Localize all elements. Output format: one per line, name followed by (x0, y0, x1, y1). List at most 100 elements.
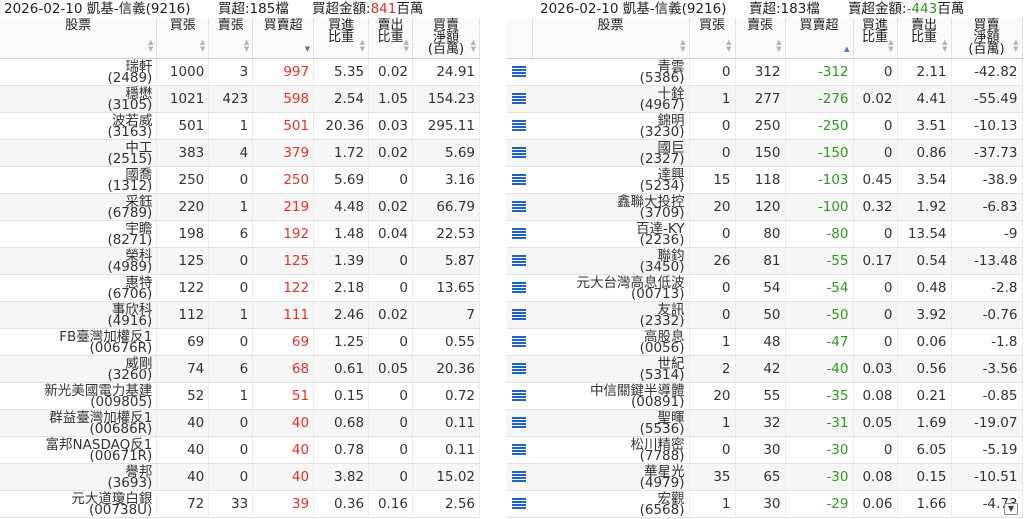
row-detail-cell[interactable] (506, 112, 532, 140)
table-row[interactable]: 威剛 (3260) 74 6 68 0.61 0.05 20.36 (0, 355, 480, 383)
col-buy-ratio[interactable]: 買進 比重 ▲ ▼ (313, 18, 370, 59)
row-detail-cell[interactable] (506, 85, 532, 113)
list-icon[interactable] (512, 65, 526, 77)
list-icon[interactable] (512, 470, 526, 482)
stock-cell[interactable]: FB臺灣加權反1 (00676R) (0, 328, 158, 356)
table-row[interactable]: 松川精密 (7788) 0 30 -30 0 6.05 -5.19 (506, 436, 1023, 464)
col-net[interactable]: 買賣超 ▲ (785, 18, 854, 59)
row-detail-cell[interactable] (506, 409, 532, 437)
stock-cell[interactable]: 百達-KY (2236) (532, 220, 690, 248)
stock-cell[interactable]: 友訊 (2332) (532, 301, 690, 329)
table-row[interactable]: 青雲 (5386) 0 312 -312 0 2.11 -42.82 (506, 58, 1023, 86)
table-row[interactable]: 富邦NASDAQ反1 (00671R) 40 0 40 0.78 0 0.11 (0, 436, 480, 464)
col-sell-ratio[interactable]: 賣出 比重 ▲ ▼ (368, 18, 413, 59)
table-row[interactable]: 十銓 (4967) 1 277 -276 0.02 4.41 -55.49 (506, 85, 1023, 113)
table-row[interactable]: 百達-KY (2236) 0 80 -80 0 13.54 -9 (506, 220, 1023, 248)
table-row[interactable]: 采鈺 (6789) 220 1 219 4.48 0.02 66.79 (0, 193, 480, 221)
stock-cell[interactable]: 華星光 (4979) (532, 463, 690, 491)
table-row[interactable]: 國喬 (1312) 250 0 250 5.69 0 3.16 (0, 166, 480, 194)
table-row[interactable]: 事欣科 (4916) 112 1 111 2.46 0.02 7 (0, 301, 480, 329)
table-row[interactable]: 瑞軒 (2489) 1000 3 997 5.35 0.02 24.91 (0, 58, 480, 86)
col-stock[interactable]: 股票 ▲ ▼ (532, 18, 690, 59)
stock-cell[interactable]: 穩懋 (3105) (0, 85, 158, 113)
row-detail-cell[interactable] (506, 301, 532, 329)
stock-cell[interactable]: 采鈺 (6789) (0, 193, 158, 221)
table-row[interactable]: 友訊 (2332) 0 50 -50 0 3.92 -0.76 (506, 301, 1023, 329)
list-icon[interactable] (512, 281, 526, 293)
col-net-amount[interactable]: 買賣 淨額 (百萬) ▲ ▼ (412, 18, 480, 59)
col-buy-ratio[interactable]: 買進 比重 ▲ ▼ (853, 18, 898, 59)
table-row[interactable]: 中信關鍵半導體 (00891) 20 55 -35 0.08 0.21 -0.85 (506, 382, 1023, 410)
row-detail-cell[interactable] (506, 382, 532, 410)
table-row[interactable]: 華星光 (4979) 35 65 -30 0.08 0.15 -10.51 (506, 463, 1023, 491)
row-detail-cell[interactable] (506, 58, 532, 86)
stock-cell[interactable]: 瑞軒 (2489) (0, 58, 158, 86)
stock-cell[interactable]: 松川精密 (7788) (532, 436, 690, 464)
table-row[interactable]: 榮科 (4989) 125 0 125 1.39 0 5.87 (0, 247, 480, 275)
table-row[interactable]: 宇瞻 (8271) 198 6 192 1.48 0.04 22.53 (0, 220, 480, 248)
list-icon[interactable] (512, 416, 526, 428)
stock-cell[interactable]: 事欣科 (4916) (0, 301, 158, 329)
col-buy[interactable]: 買張 ▲ ▼ (156, 18, 210, 59)
table-row[interactable]: 達興 (5234) 15 118 -103 0.45 3.54 -38.9 (506, 166, 1023, 194)
stock-cell[interactable]: 中工 (2515) (0, 139, 158, 167)
col-sell-ratio[interactable]: 賣出 比重 ▲ ▼ (897, 18, 952, 59)
list-icon[interactable] (512, 443, 526, 455)
row-detail-cell[interactable] (506, 139, 532, 167)
row-detail-cell[interactable] (506, 463, 532, 491)
list-icon[interactable] (512, 362, 526, 374)
stock-cell[interactable]: 惠特 (6706) (0, 274, 158, 302)
chevron-down-icon[interactable]: ▼ (1004, 503, 1018, 515)
stock-cell[interactable]: 國喬 (1312) (0, 166, 158, 194)
row-detail-cell[interactable] (506, 193, 532, 221)
stock-cell[interactable]: 鑫聯大投控 (3709) (532, 193, 690, 221)
col-sell[interactable]: 賣張 ▲ ▼ (735, 18, 786, 59)
stock-cell[interactable]: 錦明 (3230) (532, 112, 690, 140)
row-detail-cell[interactable] (506, 355, 532, 383)
stock-cell[interactable]: 國巨 (2327) (532, 139, 690, 167)
row-detail-cell[interactable] (506, 274, 532, 302)
list-icon[interactable] (512, 497, 526, 509)
stock-cell[interactable]: 達興 (5234) (532, 166, 690, 194)
stock-cell[interactable]: 高股息 (0056) (532, 328, 690, 356)
table-row[interactable]: 國巨 (2327) 0 150 -150 0 0.86 -37.73 (506, 139, 1023, 167)
table-row[interactable]: 鑫聯大投控 (3709) 20 120 -100 0.32 1.92 -6.83 (506, 193, 1023, 221)
list-icon[interactable] (512, 335, 526, 347)
table-row[interactable]: 元大道瓊白銀 (00738U) 72 33 39 0.36 0.16 2.56 (0, 490, 480, 518)
list-icon[interactable] (512, 200, 526, 212)
col-stock[interactable]: 股票 ▲ ▼ (0, 18, 158, 59)
table-row[interactable]: 宏觀 (6568) 1 30 -29 0.06 1.66 -4.73 (506, 490, 1023, 518)
table-row[interactable]: 聯鈞 (3450) 26 81 -55 0.17 0.54 -13.48 (506, 247, 1023, 275)
row-detail-cell[interactable] (506, 220, 532, 248)
list-icon[interactable] (512, 389, 526, 401)
list-icon[interactable] (512, 227, 526, 239)
stock-cell[interactable]: 聯鈞 (3450) (532, 247, 690, 275)
stock-cell[interactable]: 新光美國電力基建 (009805) (0, 382, 158, 410)
stock-cell[interactable]: 宇瞻 (8271) (0, 220, 158, 248)
table-row[interactable]: 聖暉 (5536) 1 32 -31 0.05 1.69 -19.07 (506, 409, 1023, 437)
table-row[interactable]: FB臺灣加權反1 (00676R) 69 0 69 1.25 0 0.55 (0, 328, 480, 356)
stock-cell[interactable]: 榮科 (4989) (0, 247, 158, 275)
row-detail-cell[interactable] (506, 436, 532, 464)
row-detail-cell[interactable] (506, 328, 532, 356)
list-icon[interactable] (512, 308, 526, 320)
row-detail-cell[interactable] (506, 490, 532, 518)
table-row[interactable]: 錦明 (3230) 0 250 -250 0 3.51 -10.13 (506, 112, 1023, 140)
stock-cell[interactable]: 群益臺灣加權反1 (00686R) (0, 409, 158, 437)
list-icon[interactable] (512, 92, 526, 104)
col-net[interactable]: 買賣超 ▼ (252, 18, 315, 59)
stock-cell[interactable]: 元大台灣高息低波 (00713) (532, 274, 690, 302)
table-row[interactable]: 群益臺灣加權反1 (00686R) 40 0 40 0.68 0 0.11 (0, 409, 480, 437)
stock-cell[interactable]: 譽邦 (3693) (0, 463, 158, 491)
table-row[interactable]: 穩懋 (3105) 1021 423 598 2.54 1.05 154.23 (0, 85, 480, 113)
stock-cell[interactable]: 元大道瓊白銀 (00738U) (0, 490, 158, 518)
col-net-amount[interactable]: 買賣 淨額 (百萬) ▲ ▼ (951, 18, 1023, 59)
table-row[interactable]: 波若威 (3163) 501 1 501 20.36 0.03 295.11 (0, 112, 480, 140)
stock-cell[interactable]: 青雲 (5386) (532, 58, 690, 86)
col-buy[interactable]: 買張 ▲ ▼ (689, 18, 736, 59)
table-row[interactable]: 元大台灣高息低波 (00713) 0 54 -54 0 0.48 -2.8 (506, 274, 1023, 302)
table-row[interactable]: 惠特 (6706) 122 0 122 2.18 0 13.65 (0, 274, 480, 302)
list-icon[interactable] (512, 146, 526, 158)
stock-cell[interactable]: 威剛 (3260) (0, 355, 158, 383)
list-icon[interactable] (512, 173, 526, 185)
